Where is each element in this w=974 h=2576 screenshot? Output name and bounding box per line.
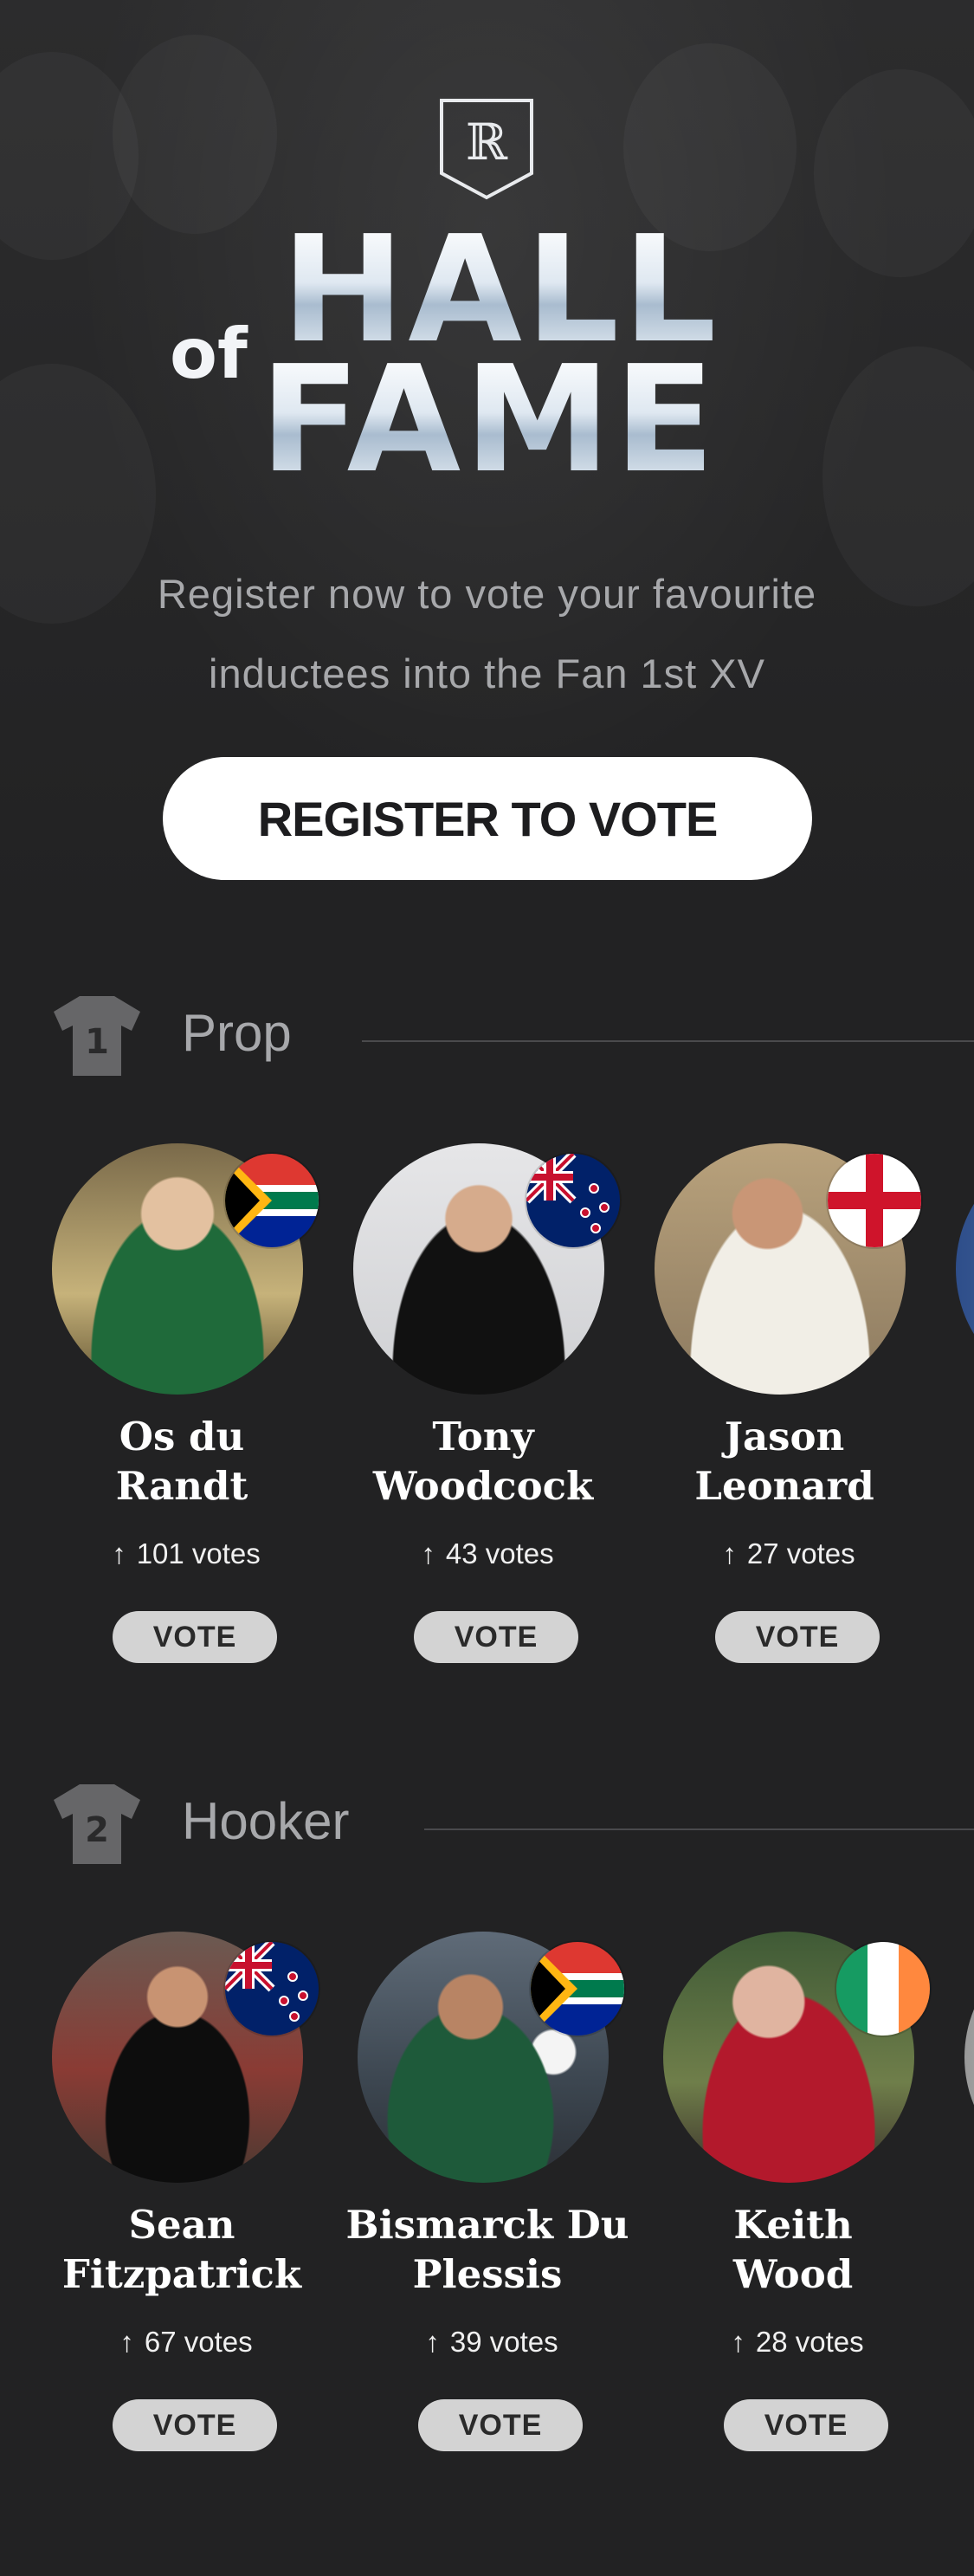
vote-count-text: 101 votes xyxy=(136,1537,261,1570)
player-name[interactable]: Bismarck Du Plessis xyxy=(332,2200,643,2299)
vote-count: ↑ 27 votes xyxy=(637,1537,940,1570)
vote-button[interactable]: VOTE xyxy=(724,2399,888,2451)
south-africa-flag-icon xyxy=(529,1940,626,2037)
vote-count: ↑ 43 votes xyxy=(336,1537,639,1570)
player-card[interactable]: Jason Leonard ↑ 27 votes VOTE xyxy=(637,1143,923,1698)
player-name[interactable]: Jason Leonard xyxy=(629,1412,940,1511)
player-card[interactable]: Keith Wood ↑ 28 votes VOTE xyxy=(646,1932,932,2486)
hero-banner: ℝ HALL of FAME Register now to vote your… xyxy=(0,0,974,918)
vote-count: ↑ 67 votes xyxy=(35,2326,338,2359)
jersey-number: 2 xyxy=(85,1810,109,1850)
player-card[interactable]: Bismarck Du Plessis ↑ 39 votes VOTE xyxy=(340,1932,629,2486)
register-to-vote-button[interactable]: REGISTER TO VOTE xyxy=(163,757,812,880)
vote-button[interactable]: VOTE xyxy=(113,2399,277,2451)
player-name-line-2: Randt xyxy=(115,1463,248,1509)
wrr-logo: ℝ xyxy=(440,99,533,200)
player-card[interactable]: Tony Woodcock ↑ 43 votes VOTE xyxy=(336,1143,622,1698)
vote-count: ↑ 101 votes xyxy=(35,1537,338,1570)
south-africa-flag-icon xyxy=(223,1152,320,1249)
section-divider xyxy=(424,1828,974,1830)
player-name[interactable]: Os du Randt xyxy=(26,1412,338,1511)
jersey-icon: 2 xyxy=(54,1784,140,1864)
subtitle-line-2: inductees into the Fan 1st XV xyxy=(209,650,765,696)
player-name-line-2: Woodcock xyxy=(372,1463,594,1509)
jersey-icon: 1 xyxy=(54,996,140,1076)
jersey-number: 1 xyxy=(85,1022,109,1062)
vote-count-text: 27 votes xyxy=(746,1537,855,1570)
vote-count-text: 39 votes xyxy=(449,2326,558,2358)
player-name-line-1: Os du xyxy=(119,1414,245,1460)
vote-button[interactable]: VOTE xyxy=(414,1611,578,1663)
title-of: of xyxy=(170,314,248,394)
section-title: Hooker xyxy=(182,1792,350,1850)
vote-count: ↑ 28 votes xyxy=(646,2326,949,2359)
vote-count: ↑ 39 votes xyxy=(340,2326,643,2359)
section-header-prop: 1 Prop xyxy=(0,994,974,1081)
player-name[interactable]: Sean Fitzpatrick xyxy=(26,2200,338,2299)
vote-count-text: 43 votes xyxy=(445,1537,554,1570)
section-title: Prop xyxy=(182,1004,292,1062)
arrow-up-icon: ↑ xyxy=(421,1537,435,1570)
player-name-line-1: Keith xyxy=(733,2202,853,2248)
arrow-up-icon: ↑ xyxy=(119,2326,134,2358)
player-name-line-1: Jason xyxy=(724,1414,845,1460)
player-name-line-1: Tony xyxy=(432,1414,534,1460)
ireland-flag-icon xyxy=(835,1940,932,2037)
player-card[interactable]: Sean Fitzpatrick ↑ 67 votes VOTE xyxy=(35,1932,320,2486)
subtitle-line-1: Register now to vote your favourite xyxy=(157,571,817,617)
england-flag-icon xyxy=(826,1152,923,1249)
section-header-hooker: 2 Hooker xyxy=(0,1783,974,1869)
player-name-line-2: Plessis xyxy=(412,2251,563,2297)
svg-text:ℝ: ℝ xyxy=(466,113,508,172)
section-divider xyxy=(362,1040,974,1042)
hall-of-fame-title: HALL of FAME xyxy=(0,217,974,494)
vote-button[interactable]: VOTE xyxy=(418,2399,583,2451)
arrow-up-icon: ↑ xyxy=(722,1537,737,1570)
vote-count-text: 67 votes xyxy=(144,2326,253,2358)
player-name[interactable]: Keith Wood xyxy=(637,2200,949,2299)
new-zealand-flag-icon xyxy=(525,1152,622,1249)
new-zealand-flag-icon xyxy=(223,1940,320,2037)
vote-button[interactable]: VOTE xyxy=(715,1611,880,1663)
arrow-up-icon: ↑ xyxy=(425,2326,440,2358)
player-name-line-2: Wood xyxy=(732,2251,854,2297)
next-player-photo-peek[interactable] xyxy=(956,1143,974,1395)
player-card[interactable]: Os du Randt ↑ 101 votes VOTE xyxy=(35,1143,320,1698)
arrow-up-icon: ↑ xyxy=(112,1537,126,1570)
arrow-up-icon: ↑ xyxy=(731,2326,745,2358)
hero-subtitle: Register now to vote your favourite indu… xyxy=(52,554,922,714)
player-name-line-2: Fitzpatrick xyxy=(61,2251,302,2297)
next-player-photo-peek[interactable] xyxy=(964,1932,974,2183)
player-name[interactable]: Tony Woodcock xyxy=(327,1412,639,1511)
vote-count-text: 28 votes xyxy=(755,2326,864,2358)
player-name-line-2: Leonard xyxy=(694,1463,874,1509)
player-name-line-1: Bismarck Du xyxy=(345,2202,629,2248)
title-fame: FAME xyxy=(260,334,719,506)
player-name-line-1: Sean xyxy=(128,2202,235,2248)
vote-button[interactable]: VOTE xyxy=(113,1611,277,1663)
